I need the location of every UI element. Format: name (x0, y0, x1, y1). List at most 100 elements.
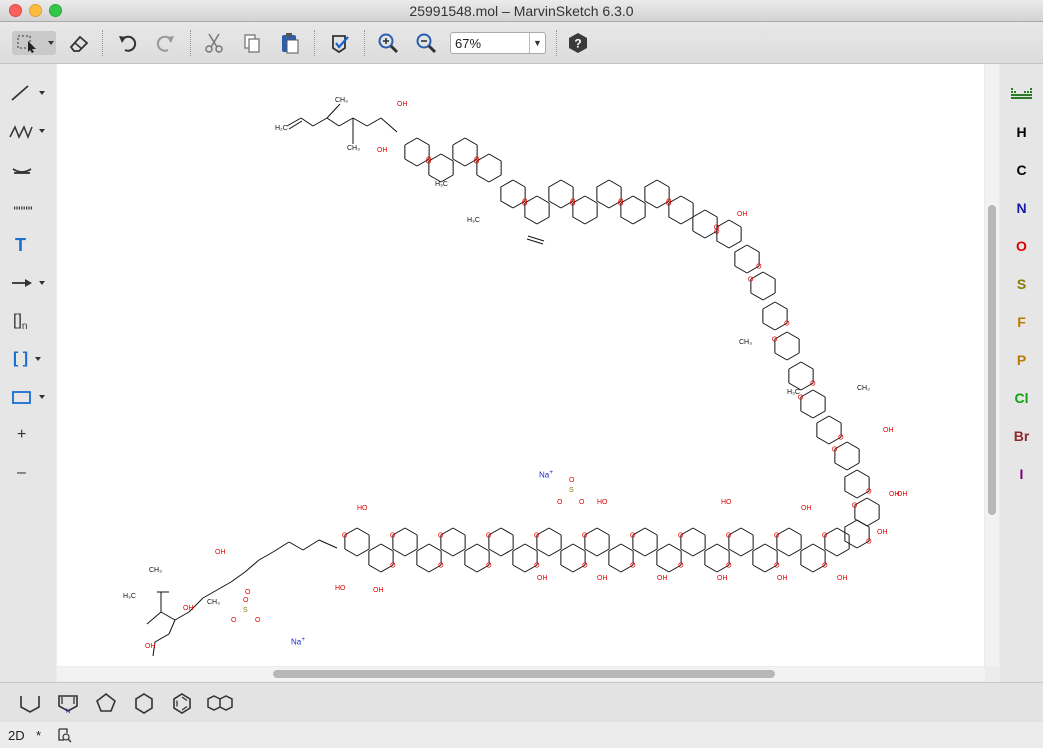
periodic-table-button[interactable] (1010, 86, 1034, 107)
bond (812, 389, 826, 398)
atom-label: CH₃ (149, 567, 162, 574)
bond (452, 548, 466, 557)
brackets-icon: [ ] (13, 350, 29, 367)
naphthalene-icon (207, 695, 233, 711)
element-cl-button[interactable]: Cl (1000, 390, 1043, 406)
zoom-in-button[interactable] (375, 31, 401, 55)
element-symbol: O (1016, 238, 1027, 254)
element-symbol: Br (1013, 428, 1030, 444)
atom-label: OH (377, 147, 388, 154)
atom-label: O (486, 533, 492, 540)
bond (524, 216, 538, 225)
atom-label: OH (737, 211, 748, 218)
atom-label: O (822, 563, 828, 570)
vertical-scroll-thumb[interactable] (988, 205, 996, 515)
bond (524, 543, 538, 552)
copy-button[interactable] (239, 31, 265, 55)
atom-label: O (726, 563, 732, 570)
sketch-canvas[interactable]: H₂CCH₃CH₃OHOHOOOOOOOOOOOOOOOOOOOOOOOOOHO… (57, 64, 984, 666)
bond (752, 543, 766, 552)
atom-label: O (582, 563, 588, 570)
chain-tool[interactable] (8, 116, 48, 146)
element-o-button[interactable]: O (1000, 238, 1043, 254)
bond (452, 137, 466, 146)
bond (440, 153, 454, 162)
atom-label: OH (537, 575, 548, 582)
template-open-ring-button[interactable] (18, 691, 42, 720)
dimension-mode: 2D (8, 728, 25, 743)
bond (704, 209, 718, 218)
atom-label: OH (215, 549, 226, 556)
erase-button[interactable] (66, 31, 92, 55)
help-button[interactable]: ? (565, 31, 591, 55)
error-check-icon[interactable] (56, 727, 72, 748)
atom-label: OH (717, 575, 728, 582)
text-tool[interactable]: T (8, 230, 48, 260)
element-h-button[interactable]: H (1000, 124, 1043, 140)
bond (368, 564, 382, 573)
bond (866, 518, 880, 527)
bond (560, 179, 574, 188)
element-br-button[interactable]: Br (1000, 428, 1043, 444)
template-naphthalene-button[interactable] (206, 691, 234, 720)
bond (596, 179, 610, 188)
atom-label: O (774, 533, 780, 540)
element-f-button[interactable]: F (1000, 314, 1043, 330)
plus-icon: + (17, 426, 27, 443)
bond (380, 543, 394, 552)
status-bar: 2D * (0, 722, 1043, 747)
svg-text:N: N (66, 709, 70, 715)
bond (512, 564, 526, 573)
atom-label: O (570, 201, 576, 208)
bond (584, 216, 598, 225)
bond (318, 539, 338, 549)
dashed-bond-tool[interactable] (8, 192, 48, 222)
bond (572, 216, 586, 225)
text-tool-icon: T (15, 234, 26, 255)
cyclopentane-icon (96, 692, 116, 712)
cut-button[interactable] (201, 31, 227, 55)
paste-button[interactable] (277, 31, 303, 55)
bond (692, 230, 706, 239)
atom-label: O (522, 201, 528, 208)
bond (788, 527, 802, 536)
periodic-table-icon (1011, 88, 1032, 99)
element-c-button[interactable]: C (1000, 162, 1043, 178)
select-icon (17, 35, 54, 53)
atom-label: O (426, 159, 432, 166)
brackets-tool[interactable]: [ ] (8, 344, 48, 374)
zoom-out-button[interactable] (413, 31, 439, 55)
element-p-button[interactable]: P (1000, 352, 1043, 368)
element-s-button[interactable]: S (1000, 276, 1043, 292)
bond (844, 519, 858, 528)
element-n-button[interactable]: N (1000, 200, 1043, 216)
select-tool-button[interactable] (12, 31, 56, 55)
template-pyrrole-button[interactable]: N (56, 691, 80, 720)
copy-icon (244, 34, 260, 53)
bond (560, 543, 574, 552)
single-bond-tool[interactable] (8, 78, 48, 108)
horizontal-scroll-thumb[interactable] (273, 670, 775, 678)
rectangle-tool[interactable] (8, 382, 48, 412)
sodium-ion-label: Na+ (291, 636, 305, 647)
zoom-select[interactable]: 67% ▼ (450, 32, 546, 54)
template-benzene-button[interactable] (170, 691, 194, 720)
clean-button[interactable] (327, 31, 353, 55)
repeat-bracket-tool[interactable]: [] n (8, 306, 48, 336)
atom-label: OH (657, 575, 668, 582)
atom-label: OH (397, 101, 408, 108)
element-i-button[interactable]: I (1000, 466, 1043, 482)
increase-charge-tool[interactable]: + (8, 420, 48, 450)
atom-label: O (438, 533, 444, 540)
arrow-tool[interactable] (8, 268, 48, 298)
bond (812, 410, 826, 419)
redo-button[interactable] (152, 31, 178, 55)
bond (692, 209, 706, 218)
chevron-down-icon[interactable]: ▼ (529, 33, 545, 53)
template-cyclopentane-button[interactable] (94, 691, 118, 720)
decrease-charge-tool[interactable]: – (8, 458, 48, 488)
molecule-drawing[interactable]: H₂CCH₃CH₃OHOHOOOOOOOOOOOOOOOOOOOOOOOOOHO… (57, 64, 984, 666)
undo-button[interactable] (115, 31, 141, 55)
bond-type-tool[interactable] (8, 154, 48, 184)
template-cyclohexane-button[interactable] (132, 691, 156, 720)
